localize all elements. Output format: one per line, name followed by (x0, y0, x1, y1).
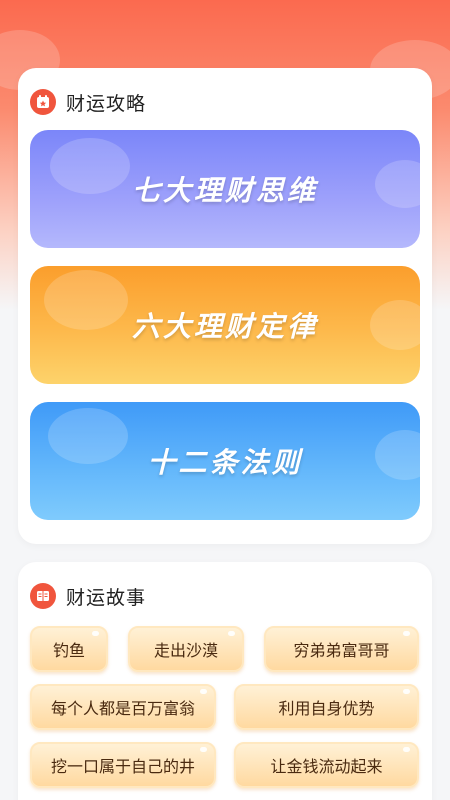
story-label: 利用自身优势 (278, 699, 375, 718)
sparkle-decoration (403, 631, 410, 636)
story-label: 挖一口属于自己的井 (50, 757, 195, 776)
sparkle-decoration (228, 631, 235, 636)
strategy-title: 财运攻略 (66, 92, 147, 115)
story-label: 让金钱流动起来 (270, 757, 383, 776)
banner-decoration (44, 270, 128, 330)
strategy-card: 财运攻略 七大理财思维 六大理财定律 十二条法则 (18, 68, 432, 544)
banner-twelve-rules[interactable]: 十二条法则 (30, 402, 420, 520)
banner-decoration (50, 138, 130, 194)
banner-decoration (48, 408, 128, 464)
banner-label: 十二条法则 (147, 446, 303, 479)
banner-seven-thinking[interactable]: 七大理财思维 (30, 130, 420, 248)
story-button[interactable]: 走出沙漠 (128, 626, 244, 672)
sparkle-decoration (200, 747, 207, 752)
story-label: 钓鱼 (52, 641, 85, 660)
banner-decoration (370, 300, 420, 350)
story-button[interactable]: 每个人都是百万富翁 (30, 684, 216, 730)
stories-title: 财运故事 (66, 586, 147, 609)
story-button[interactable]: 让金钱流动起来 (234, 742, 419, 788)
story-label: 走出沙漠 (153, 641, 218, 660)
sparkle-decoration (403, 689, 410, 694)
banner-decoration (375, 160, 420, 208)
story-label: 每个人都是百万富翁 (50, 699, 195, 718)
banner-label: 七大理财思维 (131, 174, 318, 207)
calendar-icon (30, 89, 56, 115)
banner-six-laws[interactable]: 六大理财定律 (30, 266, 420, 384)
stories-card: 财运故事 钓鱼 走出沙漠 穷弟弟富哥哥 每个人都是百万富翁 利用自身优势 挖一口… (18, 562, 432, 800)
story-button[interactable]: 钓鱼 (30, 626, 108, 672)
sparkle-decoration (92, 631, 99, 636)
sparkle-decoration (403, 747, 410, 752)
story-button[interactable]: 穷弟弟富哥哥 (264, 626, 419, 672)
story-button[interactable]: 利用自身优势 (234, 684, 419, 730)
stories-header: 财运故事 (30, 582, 146, 610)
sparkle-decoration (200, 689, 207, 694)
story-button[interactable]: 挖一口属于自己的井 (30, 742, 216, 788)
banner-decoration (375, 430, 420, 480)
banner-label: 六大理财定律 (131, 310, 318, 343)
strategy-header: 财运攻略 (30, 88, 146, 116)
book-icon (30, 583, 56, 609)
story-label: 穷弟弟富哥哥 (293, 641, 390, 660)
